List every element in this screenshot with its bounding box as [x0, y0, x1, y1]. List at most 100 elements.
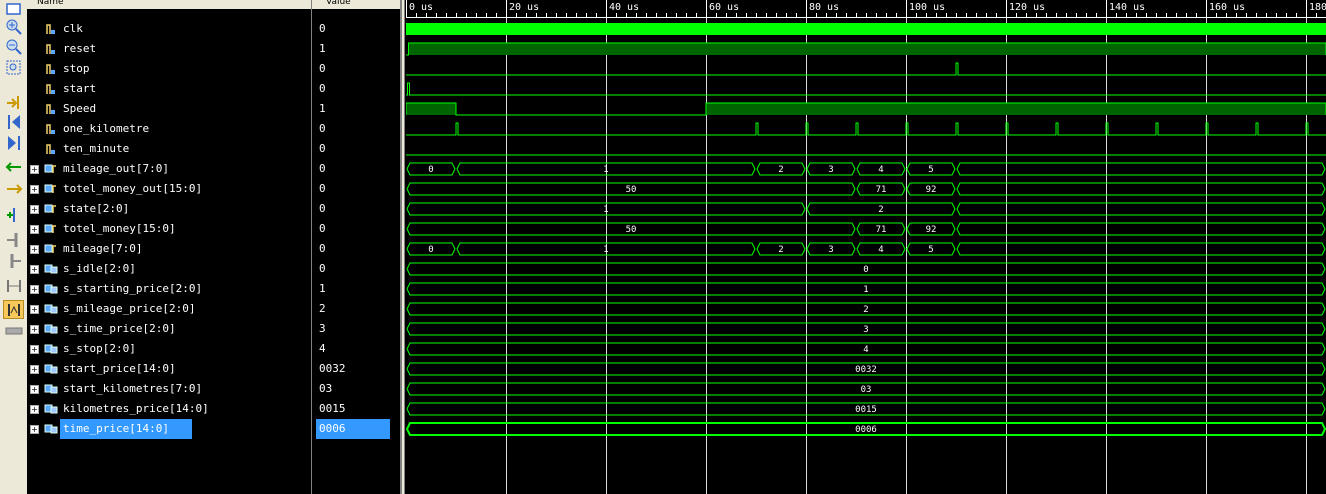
value-row[interactable]: 1	[312, 99, 400, 119]
expand-toggle[interactable]: +	[30, 285, 39, 294]
expand-toggle[interactable]: +	[30, 225, 39, 234]
signal-row[interactable]: + totel_money_out[15:0]	[27, 179, 311, 199]
value-row[interactable]: 0	[312, 159, 400, 179]
signal-row[interactable]: + s_idle[2:0]	[27, 259, 311, 279]
expand-toggle[interactable]: +	[30, 205, 39, 214]
expand-toggle[interactable]: +	[30, 165, 39, 174]
signal-name[interactable]: s_time_price[2:0]	[60, 319, 179, 339]
signal-name[interactable]: mileage_out[7:0]	[60, 159, 172, 179]
signal-row[interactable]: + time_price[14:0]	[27, 419, 311, 439]
signal-row[interactable]: start	[27, 79, 311, 99]
signal-row[interactable]: + totel_money[15:0]	[27, 219, 311, 239]
value-row[interactable]: 0	[312, 119, 400, 139]
signal-row[interactable]: + s_mileage_price[2:0]	[27, 299, 311, 319]
prev-transition-button[interactable]	[4, 158, 23, 175]
signal-row[interactable]: + s_stop[2:0]	[27, 339, 311, 359]
expand-toggle[interactable]: +	[30, 265, 39, 274]
signal-name[interactable]: totel_money_out[15:0]	[60, 179, 205, 199]
expand-toggle[interactable]: +	[30, 325, 39, 334]
value-row[interactable]: 2	[312, 299, 400, 319]
signal-name[interactable]: mileage[7:0]	[60, 239, 145, 259]
expand-toggle[interactable]: +	[30, 185, 39, 194]
value-row[interactable]: 0	[312, 179, 400, 199]
expand-toggle[interactable]: +	[30, 425, 39, 434]
signal-name[interactable]: start	[60, 79, 99, 99]
signal-name[interactable]: state[2:0]	[60, 199, 132, 219]
signal-row[interactable]: ten_minute	[27, 139, 311, 159]
value-row[interactable]: 3	[312, 319, 400, 339]
signal-name[interactable]: reset	[60, 39, 99, 59]
value-row[interactable]: 4	[312, 339, 400, 359]
expand-toggle[interactable]: +	[30, 365, 39, 374]
value-row[interactable]: 0	[312, 199, 400, 219]
goto-end-button[interactable]	[4, 134, 23, 151]
expand-toggle[interactable]: +	[30, 305, 39, 314]
waveform-canvas[interactable]: 0 us 20 us 40 us 60 us 80 us 100 us 120 us 140 …	[406, 0, 1326, 494]
signal-name[interactable]: stop	[60, 59, 93, 79]
signal-name[interactable]: s_mileage_price[2:0]	[60, 299, 198, 319]
value-row[interactable]: 0	[312, 239, 400, 259]
signal-row[interactable]: + kilometres_price[14:0]	[27, 399, 311, 419]
zoom-out-button[interactable]	[4, 38, 23, 55]
zoom-in-button[interactable]	[4, 18, 23, 35]
signal-name[interactable]: totel_money[15:0]	[60, 219, 179, 239]
expand-toggle[interactable]: +	[30, 345, 39, 354]
value-row[interactable]: 0	[312, 139, 400, 159]
signal-name[interactable]: s_idle[2:0]	[60, 259, 139, 279]
signal-row[interactable]: + s_starting_price[2:0]	[27, 279, 311, 299]
signal-name[interactable]: start_kilometres[7:0]	[60, 379, 205, 399]
zoom-fit-button[interactable]	[4, 1, 23, 18]
value-row[interactable]: 0	[312, 59, 400, 79]
signal-name[interactable]: ten_minute	[60, 139, 132, 159]
next-marker-button[interactable]	[4, 252, 23, 269]
value-row[interactable]: 0	[312, 219, 400, 239]
name-column-header[interactable]: Name	[27, 0, 311, 9]
float-ruler-button[interactable]	[4, 322, 23, 339]
signal-row[interactable]: + state[2:0]	[27, 199, 311, 219]
expand-toggle[interactable]: +	[30, 245, 39, 254]
value-row[interactable]: 1	[312, 279, 400, 299]
signal-name[interactable]: time_price[14:0]	[60, 419, 192, 439]
value-row[interactable]: 1	[312, 39, 400, 59]
goto-cursor-button[interactable]	[4, 93, 23, 110]
signal-row[interactable]: one_kilometre	[27, 119, 311, 139]
value-row[interactable]: 0	[312, 259, 400, 279]
parameter-icon	[44, 264, 58, 274]
signal-name[interactable]: clk	[60, 19, 86, 39]
signal-name[interactable]: Speed	[60, 99, 99, 119]
expand-toggle[interactable]: +	[30, 385, 39, 394]
value-row[interactable]: 03	[312, 379, 400, 399]
signal-name[interactable]: kilometres_price[14:0]	[60, 399, 212, 419]
signal-name[interactable]: s_stop[2:0]	[60, 339, 139, 359]
signal-row[interactable]: + mileage_out[7:0]	[27, 159, 311, 179]
signal-row[interactable]: + s_time_price[2:0]	[27, 319, 311, 339]
value-column-header[interactable]: Value	[312, 0, 400, 9]
waveform-pane[interactable]: 0 us 20 us 40 us 60 us 80 us 100 us 120 us 140 …	[406, 0, 1326, 494]
signal-row[interactable]: stop	[27, 59, 311, 79]
value-row[interactable]: 0	[312, 79, 400, 99]
swap-cursors-button[interactable]	[4, 277, 23, 294]
signal-value: 0	[319, 222, 326, 235]
signal-row[interactable]: + start_price[14:0]	[27, 359, 311, 379]
pane-splitter[interactable]	[401, 0, 405, 494]
signal-name[interactable]: start_price[14:0]	[60, 359, 179, 379]
add-marker-button[interactable]	[4, 206, 23, 223]
goto-start-button[interactable]	[4, 113, 23, 130]
signal-row[interactable]: + start_kilometres[7:0]	[27, 379, 311, 399]
snap-to-transition-button[interactable]	[3, 300, 24, 319]
bus-signal-icon	[44, 224, 56, 233]
value-row[interactable]: 0	[312, 19, 400, 39]
signal-row[interactable]: + mileage[7:0]	[27, 239, 311, 259]
zoom-full-button[interactable]	[4, 59, 23, 76]
value-row[interactable]: 0015	[312, 399, 400, 419]
value-row[interactable]: 0006	[312, 419, 400, 439]
signal-row[interactable]: Speed	[27, 99, 311, 119]
signal-name[interactable]: s_starting_price[2:0]	[60, 279, 205, 299]
prev-marker-button[interactable]	[4, 231, 23, 248]
signal-row[interactable]: clk	[27, 19, 311, 39]
expand-toggle[interactable]: +	[30, 405, 39, 414]
next-transition-button[interactable]	[4, 180, 23, 197]
signal-row[interactable]: reset	[27, 39, 311, 59]
signal-name[interactable]: one_kilometre	[60, 119, 152, 139]
value-row[interactable]: 0032	[312, 359, 400, 379]
